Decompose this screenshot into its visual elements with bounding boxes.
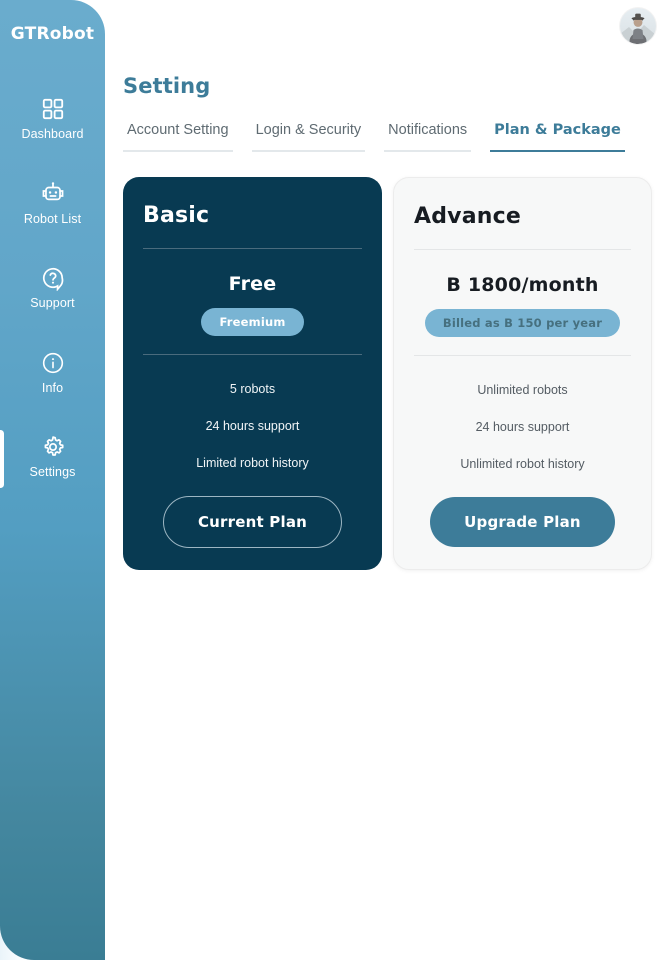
brand-logo: GTRobot [10, 24, 95, 44]
tab-login-security[interactable]: Login & Security [251, 122, 366, 152]
sidebar-item-support[interactable]: Support [0, 255, 105, 322]
tab-account-setting[interactable]: Account Setting [123, 122, 233, 152]
divider [143, 353, 362, 355]
active-item-indicator [0, 430, 4, 488]
tab-notifications[interactable]: Notifications [384, 122, 472, 152]
user-avatar-photo [620, 8, 656, 44]
divider [414, 354, 631, 356]
app-root: GTRobot Dashboard Robot List Support Inf… [0, 0, 670, 960]
feature-item: 24 hours support [205, 418, 300, 433]
feature-item: 24 hours support [475, 419, 570, 434]
feature-item: 5 robots [229, 381, 276, 396]
plan-badge-wrap: Freemium [143, 307, 362, 336]
settings-tabs: Account Setting Login & Security Notific… [123, 122, 656, 152]
tab-plan-package[interactable]: Plan & Package [490, 122, 625, 152]
plan-cta-wrap: Upgrade Plan [414, 496, 631, 547]
plan-features: Unlimited robots 24 hours support Unlimi… [414, 378, 631, 489]
sidebar-item-label: Info [41, 380, 64, 395]
plan-badge-wrap: Billed as B 150 per year [414, 308, 631, 337]
gear-icon [40, 434, 66, 460]
question-circle-icon [40, 265, 66, 291]
avatar[interactable] [620, 8, 656, 44]
current-plan-button[interactable]: Current Plan [162, 495, 343, 548]
main-content: Setting Account Setting Login & Security… [105, 0, 670, 960]
upgrade-plan-button[interactable]: Upgrade Plan [430, 496, 615, 547]
sidebar-item-label: Robot List [23, 211, 82, 226]
plan-card-advance: Advance B 1800/month Billed as B 150 per… [393, 176, 652, 570]
plan-price: B 1800/month [446, 273, 599, 296]
plan-features: 5 robots 24 hours support Limited robot … [143, 377, 362, 488]
sidebar-item-label: Settings [29, 465, 76, 479]
feature-item: Unlimited robot history [460, 456, 585, 471]
divider [414, 248, 631, 250]
sidebar-nav: Dashboard Robot List Support Info Settin… [0, 86, 105, 491]
sidebar-item-robot-list[interactable]: Robot List [0, 171, 105, 238]
plan-price: Free [228, 272, 277, 295]
plan-cta-wrap: Current Plan [143, 495, 362, 548]
info-circle-icon [40, 350, 66, 376]
robot-icon [40, 181, 66, 207]
page-title: Setting [123, 74, 211, 98]
sidebar-item-info[interactable]: Info [0, 340, 105, 407]
plan-cards: Basic Free Freemium 5 robots 24 hours su… [123, 176, 656, 570]
sidebar-item-dashboard[interactable]: Dashboard [0, 86, 105, 153]
sidebar-item-label: Support [30, 296, 75, 310]
divider [143, 247, 362, 249]
feature-item: Unlimited robots [477, 382, 568, 397]
sidebar-item-label: Dashboard [21, 127, 84, 141]
plan-name: Basic [143, 202, 210, 228]
grid-icon [40, 96, 66, 122]
sidebar: GTRobot Dashboard Robot List Support Inf… [0, 0, 105, 960]
plan-name: Advance [414, 203, 521, 229]
feature-item: Limited robot history [196, 455, 309, 470]
status-badge: Freemium [201, 307, 304, 336]
sidebar-item-settings[interactable]: Settings [0, 424, 105, 491]
plan-card-basic: Basic Free Freemium 5 robots 24 hours su… [123, 176, 382, 570]
billing-badge: Billed as B 150 per year [424, 308, 621, 337]
